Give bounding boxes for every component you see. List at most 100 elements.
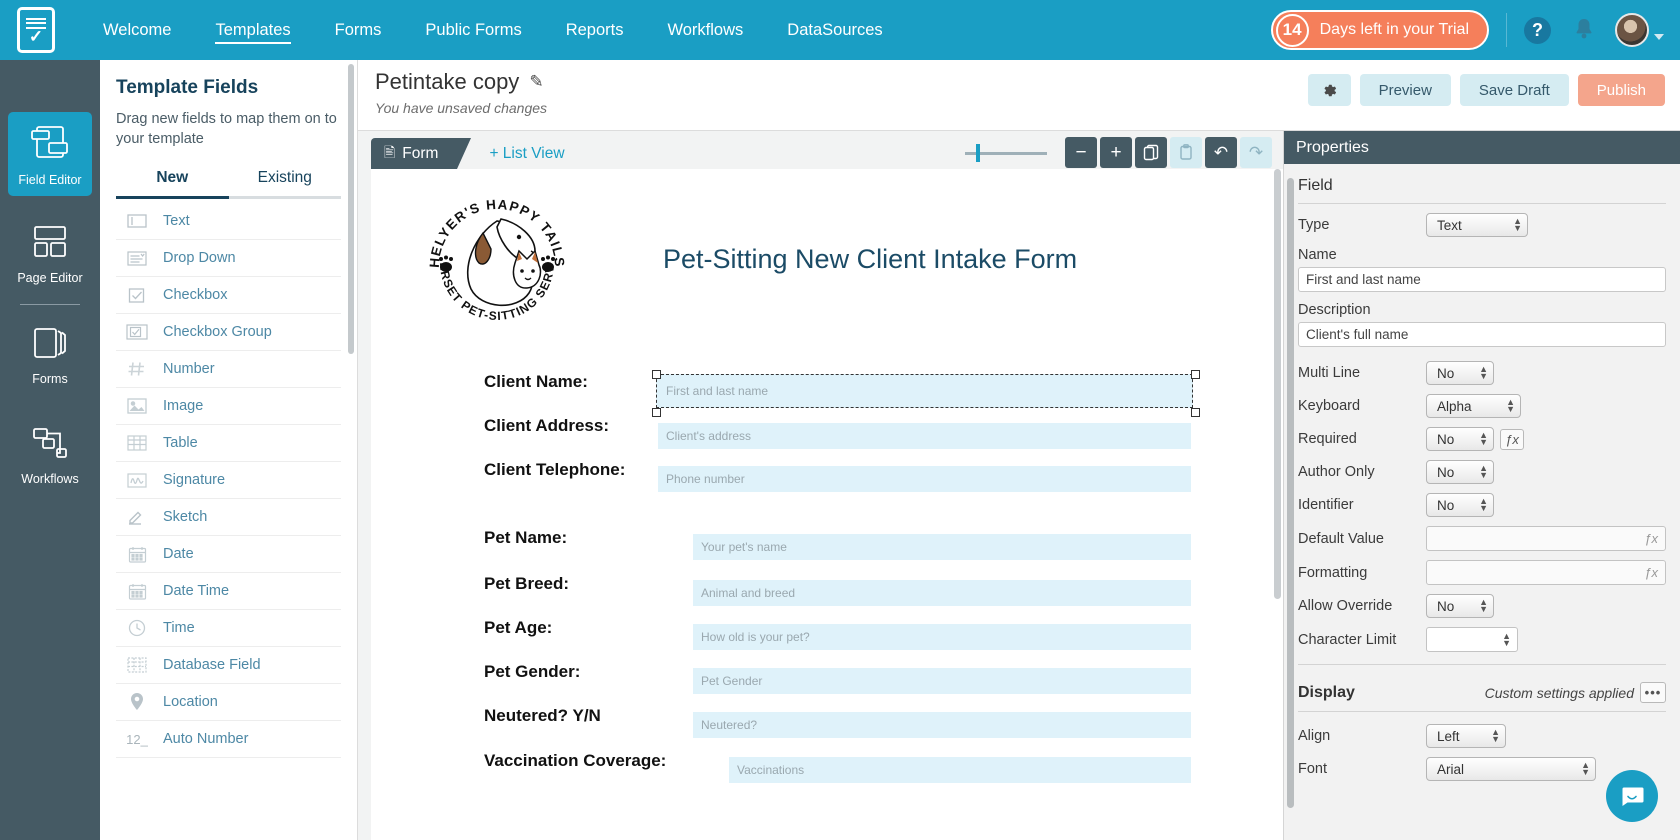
zoom-out-button[interactable]: −	[1065, 137, 1097, 168]
nav-item-welcome[interactable]: Welcome	[81, 0, 193, 60]
resize-handle[interactable]	[652, 408, 661, 417]
autonumber-field-icon: 12_	[126, 731, 148, 747]
properties-panel: Properties Field Type Text ▲ ▼ Name First…	[1283, 131, 1680, 840]
save-draft-button[interactable]: Save Draft	[1459, 74, 1569, 106]
tab-new[interactable]: New	[116, 169, 229, 196]
prop-block-name: Name First and last name	[1298, 247, 1666, 292]
publish-button[interactable]: Publish	[1577, 74, 1665, 106]
field-type-drop-down[interactable]: Drop Down	[116, 240, 341, 278]
field-type-date[interactable]: Date	[116, 536, 341, 574]
document-field-input[interactable]: Neutered?	[693, 712, 1191, 738]
stepper-icon[interactable]: ▲ ▼	[1502, 631, 1511, 647]
nav-item-forms[interactable]: Forms	[313, 0, 404, 60]
document-field-input[interactable]: Vaccinations	[729, 757, 1191, 783]
document-field-input[interactable]: Pet Gender	[693, 668, 1191, 694]
prop-row-identifier: Identifier No ▲ ▼	[1298, 493, 1666, 517]
form-canvas-sheet[interactable]: HELYER'S HAPPY TAILS SOMERSET PET-SITTIN…	[371, 169, 1283, 840]
sidebar-item-field-editor[interactable]: Field Editor	[8, 112, 92, 196]
copy-button[interactable]	[1135, 137, 1167, 168]
tab-underline	[116, 196, 341, 200]
document-field-input[interactable]: How old is your pet?	[693, 624, 1191, 650]
template-header: Petintake copy ✎ You have unsaved change…	[358, 60, 1680, 131]
author-only-select[interactable]: No ▲ ▼	[1426, 460, 1494, 484]
display-more-button[interactable]: •••	[1640, 682, 1666, 703]
required-select[interactable]: No ▲ ▼	[1426, 427, 1494, 451]
field-type-checkbox-group[interactable]: Checkbox Group	[116, 314, 341, 352]
help-icon[interactable]: ?	[1524, 16, 1551, 44]
nav-item-public-forms[interactable]: Public Forms	[403, 0, 543, 60]
sidebar-item-page-editor[interactable]: Page Editor	[8, 214, 92, 294]
field-type-time[interactable]: Time	[116, 610, 341, 648]
nav-item-datasources[interactable]: DataSources	[765, 0, 904, 60]
field-type-number[interactable]: Number	[116, 351, 341, 389]
tab-form[interactable]: 🖹 Form	[371, 138, 472, 169]
formatting-input[interactable]: ƒx	[1426, 560, 1666, 585]
field-type-checkbox[interactable]: Checkbox	[116, 277, 341, 315]
resize-handle[interactable]	[1191, 370, 1200, 379]
type-select[interactable]: Text ▲ ▼	[1426, 213, 1528, 237]
rail-divider	[20, 304, 80, 305]
field-type-label: Location	[163, 694, 218, 711]
character-limit-input[interactable]: ▲ ▼	[1426, 627, 1518, 652]
notification-bell-icon[interactable]	[1573, 16, 1595, 45]
field-type-signature[interactable]: Signature	[116, 462, 341, 500]
stepper-icon: ▲ ▼	[1479, 463, 1488, 480]
sidebar-item-forms[interactable]: Forms	[8, 315, 92, 395]
field-type-date-time[interactable]: Date Time	[116, 573, 341, 611]
edit-pencil-icon[interactable]: ✎	[529, 72, 543, 92]
required-formula-button[interactable]: ƒx	[1500, 428, 1524, 450]
field-type-table[interactable]: Table	[116, 425, 341, 463]
tab-existing[interactable]: Existing	[229, 169, 342, 196]
nav-item-workflows[interactable]: Workflows	[645, 0, 765, 60]
zoom-in-button[interactable]: +	[1100, 137, 1132, 168]
tab-add-list-view[interactable]: + List View	[489, 145, 564, 169]
undo-button[interactable]: ↶	[1205, 137, 1237, 168]
zoom-slider[interactable]	[965, 142, 1047, 164]
sidebar-item-workflows[interactable]: Workflows	[8, 415, 92, 495]
field-type-text[interactable]: Text	[116, 203, 341, 241]
preview-button[interactable]: Preview	[1359, 74, 1451, 106]
chat-support-button[interactable]	[1606, 770, 1658, 822]
app-logo-icon[interactable]: ✓	[17, 7, 55, 53]
multiline-select[interactable]: No ▲ ▼	[1426, 361, 1494, 385]
field-list-scrollbar[interactable]	[348, 64, 354, 354]
user-avatar[interactable]	[1615, 13, 1649, 47]
field-type-image[interactable]: Image	[116, 388, 341, 426]
document-field-input[interactable]: Animal and breed	[693, 580, 1191, 606]
align-select[interactable]: Left ▲ ▼	[1426, 724, 1506, 748]
canvas-scrollbar[interactable]	[1274, 169, 1281, 599]
author-only-select-value: No	[1437, 464, 1455, 480]
nav-item-reports[interactable]: Reports	[544, 0, 646, 60]
field-type-auto-number[interactable]: 12_ Auto Number	[116, 721, 341, 759]
field-type-database-field[interactable]: Database Field	[116, 647, 341, 685]
stepper-icon: ▲ ▼	[1479, 364, 1488, 381]
keyboard-select[interactable]: Alpha ▲ ▼	[1426, 394, 1521, 418]
nav-item-templates[interactable]: Templates	[193, 0, 312, 60]
resize-handle[interactable]	[1191, 408, 1200, 417]
table-field-icon	[124, 433, 150, 453]
field-type-location[interactable]: Location	[116, 684, 341, 722]
field-type-label: Checkbox Group	[163, 324, 272, 341]
document-field-input[interactable]: Your pet's name	[693, 534, 1191, 560]
document-field-input[interactable]: Phone number	[658, 466, 1191, 492]
description-input[interactable]: Client's full name	[1298, 322, 1666, 347]
font-select[interactable]: Arial ▲ ▼	[1426, 757, 1596, 781]
identifier-select[interactable]: No ▲ ▼	[1426, 493, 1494, 517]
field-type-label: Text	[163, 213, 190, 230]
document-field-label: Pet Gender:	[484, 662, 581, 681]
default-value-input[interactable]: ƒx	[1426, 526, 1666, 551]
document-field-input[interactable]: First and last name	[658, 378, 1191, 404]
field-type-label: Table	[163, 435, 198, 452]
paste-button[interactable]	[1170, 137, 1202, 168]
company-logo: HELYER'S HAPPY TAILS SOMERSET PET-SITTIN…	[417, 178, 571, 337]
field-type-sketch[interactable]: Sketch	[116, 499, 341, 537]
document-field-input[interactable]: Client's address	[658, 423, 1191, 449]
trial-badge[interactable]: 14 Days left in your Trial	[1270, 10, 1489, 50]
settings-gear-button[interactable]	[1307, 74, 1351, 106]
chevron-down-icon[interactable]	[1654, 34, 1664, 40]
display-custom-note: Custom settings applied	[1484, 684, 1634, 701]
redo-button[interactable]: ↷	[1240, 137, 1272, 168]
name-input[interactable]: First and last name	[1298, 267, 1666, 292]
stepper-icon: ▲ ▼	[1513, 216, 1522, 233]
allow-override-select[interactable]: No ▲ ▼	[1426, 594, 1494, 618]
